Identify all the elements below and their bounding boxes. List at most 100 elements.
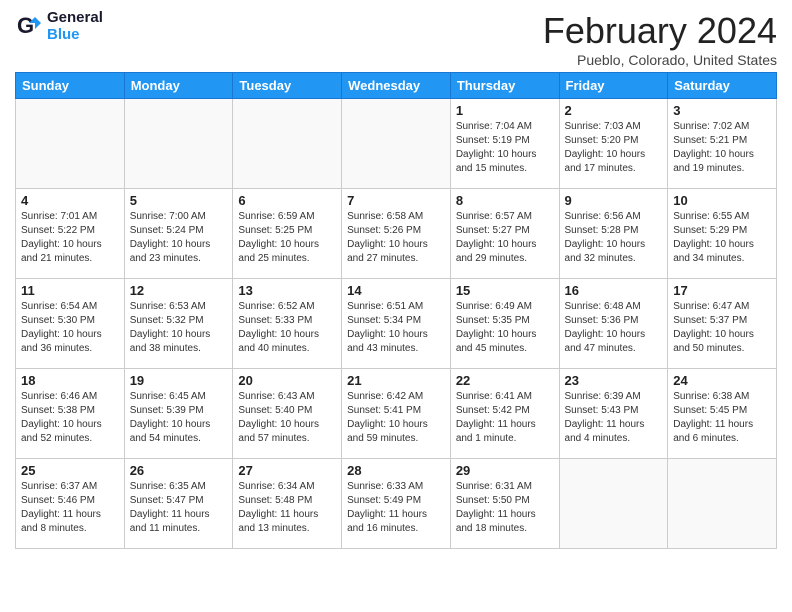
calendar-cell — [342, 99, 451, 189]
day-number: 10 — [673, 193, 771, 208]
day-info: Sunrise: 6:33 AM Sunset: 5:49 PM Dayligh… — [347, 480, 445, 536]
calendar-cell: 9 Sunrise: 6:56 AM Sunset: 5:28 PM Daylig… — [559, 189, 668, 279]
day-number: 26 — [130, 463, 228, 478]
day-info: Sunrise: 6:41 AM Sunset: 5:42 PM Dayligh… — [456, 390, 554, 446]
calendar-cell: 13 Sunrise: 6:52 AM Sunset: 5:33 PM Dayli… — [233, 279, 342, 369]
day-number: 19 — [130, 373, 228, 388]
calendar-cell: 3 Sunrise: 7:02 AM Sunset: 5:21 PM Daylig… — [668, 99, 777, 189]
header-friday: Friday — [559, 73, 668, 99]
calendar-cell: 29 Sunrise: 6:31 AM Sunset: 5:50 PM Dayli… — [450, 459, 559, 549]
calendar-cell: 11Sunrise: 6:54 AM Sunset: 5:30 PM Dayli… — [16, 279, 125, 369]
day-info: Sunrise: 7:03 AM Sunset: 5:20 PM Dayligh… — [565, 120, 663, 176]
calendar-cell: 15 Sunrise: 6:49 AM Sunset: 5:35 PM Dayli… — [450, 279, 559, 369]
day-number: 3 — [673, 103, 771, 118]
day-number: 8 — [456, 193, 554, 208]
day-info: Sunrise: 6:59 AM Sunset: 5:25 PM Dayligh… — [238, 210, 336, 266]
calendar-cell: 17 Sunrise: 6:47 AM Sunset: 5:37 PM Dayli… — [668, 279, 777, 369]
day-number: 7 — [347, 193, 445, 208]
day-info: Sunrise: 6:52 AM Sunset: 5:33 PM Dayligh… — [238, 300, 336, 356]
day-number: 20 — [238, 373, 336, 388]
calendar-cell: 1 Sunrise: 7:04 AM Sunset: 5:19 PM Daylig… — [450, 99, 559, 189]
day-number: 6 — [238, 193, 336, 208]
week-row-1: 1 Sunrise: 7:04 AM Sunset: 5:19 PM Daylig… — [16, 99, 777, 189]
day-number: 27 — [238, 463, 336, 478]
calendar-cell — [233, 99, 342, 189]
day-number: 5 — [130, 193, 228, 208]
day-number: 21 — [347, 373, 445, 388]
day-info: Sunrise: 6:37 AM Sunset: 5:46 PM Dayligh… — [21, 480, 119, 536]
calendar-body: 1 Sunrise: 7:04 AM Sunset: 5:19 PM Daylig… — [16, 99, 777, 549]
header-row: Sunday Monday Tuesday Wednesday Thursday… — [16, 73, 777, 99]
calendar-cell: 18 Sunrise: 6:46 AM Sunset: 5:38 PM Dayli… — [16, 369, 125, 459]
day-info: Sunrise: 7:01 AM Sunset: 5:22 PM Dayligh… — [21, 210, 119, 266]
week-row-2: 4 Sunrise: 7:01 AM Sunset: 5:22 PM Daylig… — [16, 189, 777, 279]
calendar-cell: 23Sunrise: 6:39 AM Sunset: 5:43 PM Dayli… — [559, 369, 668, 459]
calendar-cell: 21 Sunrise: 6:42 AM Sunset: 5:41 PM Dayli… — [342, 369, 451, 459]
day-info: Sunrise: 6:55 AM Sunset: 5:29 PM Dayligh… — [673, 210, 771, 266]
calendar-cell: 16Sunrise: 6:48 AM Sunset: 5:36 PM Dayli… — [559, 279, 668, 369]
header-sunday: Sunday — [16, 73, 125, 99]
calendar-cell: 5Sunrise: 7:00 AM Sunset: 5:24 PM Daylig… — [124, 189, 233, 279]
day-info: Sunrise: 6:58 AM Sunset: 5:26 PM Dayligh… — [347, 210, 445, 266]
day-info: Sunrise: 6:31 AM Sunset: 5:50 PM Dayligh… — [456, 480, 554, 536]
calendar-cell: 10 Sunrise: 6:55 AM Sunset: 5:29 PM Dayli… — [668, 189, 777, 279]
day-number: 13 — [238, 283, 336, 298]
day-info: Sunrise: 6:56 AM Sunset: 5:28 PM Dayligh… — [565, 210, 663, 266]
day-number: 17 — [673, 283, 771, 298]
calendar-cell — [124, 99, 233, 189]
header-thursday: Thursday — [450, 73, 559, 99]
day-number: 1 — [456, 103, 554, 118]
day-number: 22 — [456, 373, 554, 388]
calendar-cell: 22 Sunrise: 6:41 AM Sunset: 5:42 PM Dayli… — [450, 369, 559, 459]
calendar-cell: 19 Sunrise: 6:45 AM Sunset: 5:39 PM Dayli… — [124, 369, 233, 459]
header-monday: Monday — [124, 73, 233, 99]
day-number: 28 — [347, 463, 445, 478]
header-saturday: Saturday — [668, 73, 777, 99]
day-info: Sunrise: 6:48 AM Sunset: 5:36 PM Dayligh… — [565, 300, 663, 356]
day-info: Sunrise: 7:02 AM Sunset: 5:21 PM Dayligh… — [673, 120, 771, 176]
calendar-table: Sunday Monday Tuesday Wednesday Thursday… — [15, 72, 777, 549]
week-row-5: 25 Sunrise: 6:37 AM Sunset: 5:46 PM Dayli… — [16, 459, 777, 549]
calendar-cell: 26Sunrise: 6:35 AM Sunset: 5:47 PM Dayli… — [124, 459, 233, 549]
day-info: Sunrise: 6:43 AM Sunset: 5:40 PM Dayligh… — [238, 390, 336, 446]
day-info: Sunrise: 6:57 AM Sunset: 5:27 PM Dayligh… — [456, 210, 554, 266]
day-info: Sunrise: 7:04 AM Sunset: 5:19 PM Dayligh… — [456, 120, 554, 176]
calendar-cell — [16, 99, 125, 189]
page-header: G General Blue February 2024 Pueblo, Col… — [15, 10, 777, 68]
day-info: Sunrise: 6:34 AM Sunset: 5:48 PM Dayligh… — [238, 480, 336, 536]
calendar-cell: 27 Sunrise: 6:34 AM Sunset: 5:48 PM Dayli… — [233, 459, 342, 549]
day-number: 2 — [565, 103, 663, 118]
day-number: 24 — [673, 373, 771, 388]
calendar-cell: 8 Sunrise: 6:57 AM Sunset: 5:27 PM Daylig… — [450, 189, 559, 279]
header-tuesday: Tuesday — [233, 73, 342, 99]
calendar-cell: 28 Sunrise: 6:33 AM Sunset: 5:49 PM Dayli… — [342, 459, 451, 549]
day-info: Sunrise: 6:53 AM Sunset: 5:32 PM Dayligh… — [130, 300, 228, 356]
calendar-cell: 20 Sunrise: 6:43 AM Sunset: 5:40 PM Dayli… — [233, 369, 342, 459]
calendar-cell: 14Sunrise: 6:51 AM Sunset: 5:34 PM Dayli… — [342, 279, 451, 369]
logo-icon: G — [15, 13, 43, 41]
logo-text: General Blue — [47, 10, 103, 43]
day-info: Sunrise: 6:46 AM Sunset: 5:38 PM Dayligh… — [21, 390, 119, 446]
calendar-cell — [559, 459, 668, 549]
day-number: 29 — [456, 463, 554, 478]
calendar-cell — [668, 459, 777, 549]
day-info: Sunrise: 6:49 AM Sunset: 5:35 PM Dayligh… — [456, 300, 554, 356]
day-number: 15 — [456, 283, 554, 298]
day-info: Sunrise: 6:47 AM Sunset: 5:37 PM Dayligh… — [673, 300, 771, 356]
day-number: 9 — [565, 193, 663, 208]
day-info: Sunrise: 6:45 AM Sunset: 5:39 PM Dayligh… — [130, 390, 228, 446]
calendar-cell: 24Sunrise: 6:38 AM Sunset: 5:45 PM Dayli… — [668, 369, 777, 459]
day-info: Sunrise: 6:54 AM Sunset: 5:30 PM Dayligh… — [21, 300, 119, 356]
calendar-cell: 4 Sunrise: 7:01 AM Sunset: 5:22 PM Daylig… — [16, 189, 125, 279]
day-info: Sunrise: 6:42 AM Sunset: 5:41 PM Dayligh… — [347, 390, 445, 446]
week-row-3: 11Sunrise: 6:54 AM Sunset: 5:30 PM Dayli… — [16, 279, 777, 369]
calendar-cell: 12Sunrise: 6:53 AM Sunset: 5:32 PM Dayli… — [124, 279, 233, 369]
calendar-cell: 25 Sunrise: 6:37 AM Sunset: 5:46 PM Dayli… — [16, 459, 125, 549]
day-number: 25 — [21, 463, 119, 478]
calendar-cell: 2 Sunrise: 7:03 AM Sunset: 5:20 PM Daylig… — [559, 99, 668, 189]
day-number: 18 — [21, 373, 119, 388]
day-number: 4 — [21, 193, 119, 208]
calendar-cell: 6 Sunrise: 6:59 AM Sunset: 5:25 PM Daylig… — [233, 189, 342, 279]
day-number: 14 — [347, 283, 445, 298]
calendar-title: February 2024 — [543, 10, 777, 52]
